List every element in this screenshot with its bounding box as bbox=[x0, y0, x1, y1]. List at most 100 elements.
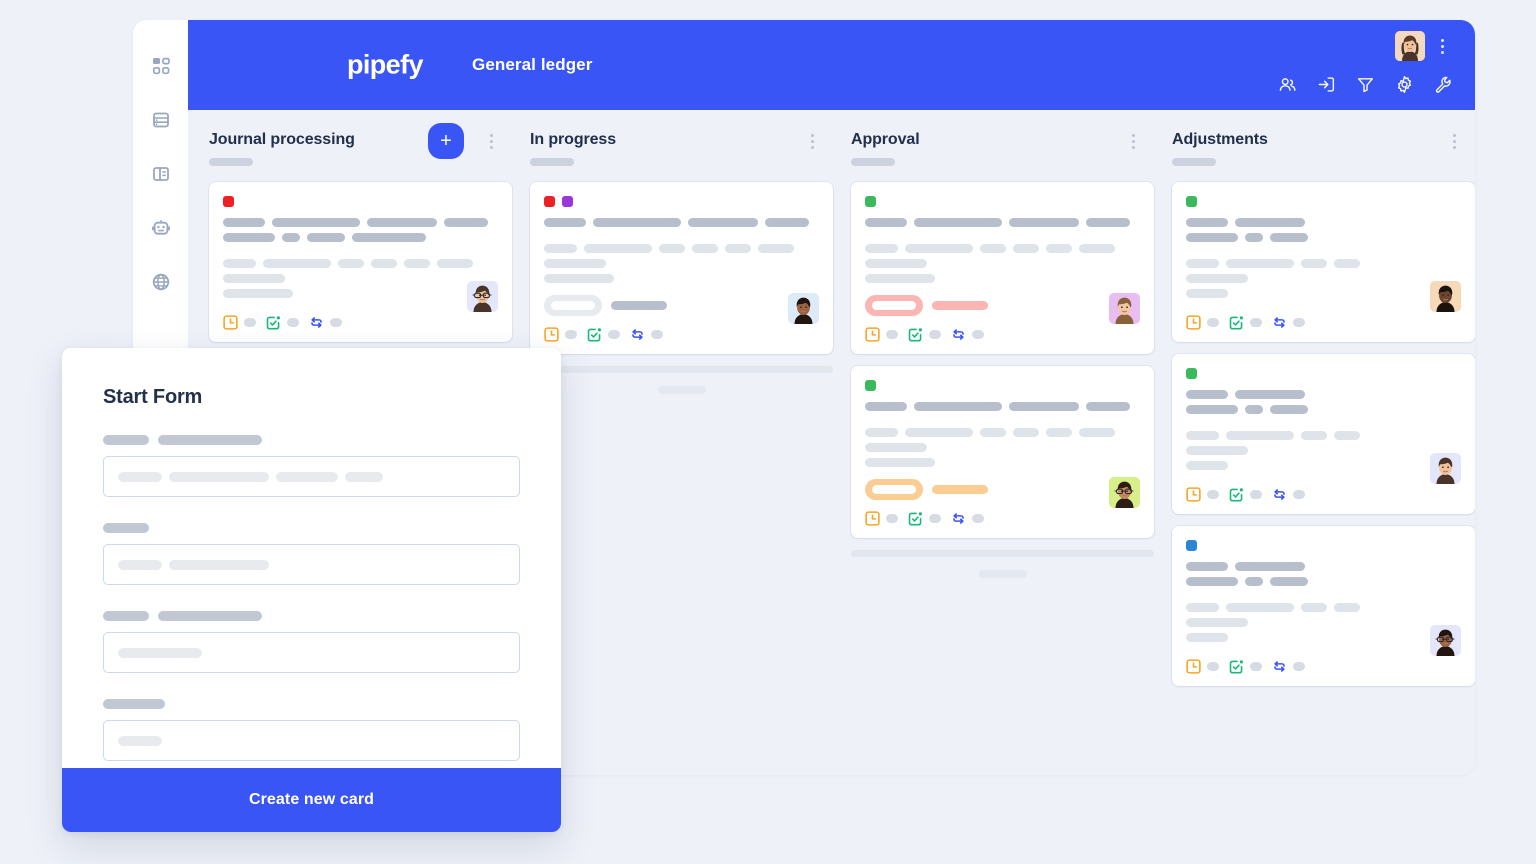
due-date-clock-icon[interactable] bbox=[1186, 315, 1201, 330]
skeleton-bar bbox=[169, 471, 269, 482]
card-title-line bbox=[1186, 390, 1461, 399]
card-assignee-avatar[interactable] bbox=[1109, 477, 1140, 508]
card-label-chip bbox=[865, 380, 876, 391]
connection-flow-icon[interactable] bbox=[1272, 487, 1287, 502]
due-date-clock-icon[interactable] bbox=[223, 315, 238, 330]
skeleton-bar bbox=[905, 244, 973, 253]
connection-flow-icon[interactable] bbox=[1272, 315, 1287, 330]
connection-flow-icon[interactable] bbox=[1272, 659, 1287, 674]
skeleton-bar bbox=[865, 428, 898, 437]
skeleton-bar bbox=[865, 244, 898, 253]
add-card-button[interactable]: + bbox=[428, 123, 464, 159]
checklist-task-icon[interactable] bbox=[1229, 487, 1244, 502]
connection-flow-icon[interactable] bbox=[309, 315, 324, 330]
more-options-icon[interactable] bbox=[1435, 36, 1449, 56]
skeleton-bar bbox=[865, 443, 927, 452]
field-input[interactable] bbox=[103, 632, 520, 673]
skeleton-bar bbox=[1270, 233, 1308, 242]
due-date-clock-icon[interactable] bbox=[1186, 659, 1201, 674]
connection-flow-icon[interactable] bbox=[630, 327, 645, 342]
skeleton-bar bbox=[544, 218, 586, 227]
skeleton-bar bbox=[1013, 428, 1039, 437]
skeleton-bar bbox=[692, 244, 718, 253]
footer-count-skeleton bbox=[287, 318, 299, 327]
kanban-card[interactable] bbox=[1172, 526, 1475, 686]
skeleton-bar bbox=[1186, 274, 1248, 283]
card-meta-line bbox=[544, 244, 819, 253]
kanban-card[interactable] bbox=[209, 182, 512, 342]
checklist-task-icon[interactable] bbox=[587, 327, 602, 342]
sidebar-item-database[interactable] bbox=[148, 107, 174, 133]
members-icon[interactable] bbox=[1277, 74, 1297, 94]
field-input[interactable] bbox=[103, 456, 520, 497]
skeleton-bar bbox=[158, 435, 262, 445]
footer-count-skeleton bbox=[1293, 490, 1305, 499]
card-meta-line bbox=[223, 274, 498, 283]
card-assignee-avatar[interactable] bbox=[1430, 625, 1461, 656]
skeleton-bar bbox=[1186, 446, 1248, 455]
skeleton-bar bbox=[1009, 402, 1079, 411]
start-form-body: Start Form bbox=[62, 348, 561, 768]
skeleton-bar bbox=[1079, 428, 1115, 437]
due-date-clock-icon[interactable] bbox=[865, 327, 880, 342]
sidebar-item-automation[interactable] bbox=[148, 215, 174, 241]
column-menu-icon[interactable] bbox=[484, 132, 498, 150]
due-date-clock-icon[interactable] bbox=[544, 327, 559, 342]
card-spacer bbox=[1186, 648, 1461, 659]
card-spacer bbox=[1186, 248, 1461, 259]
kanban-card[interactable] bbox=[530, 182, 833, 354]
filter-icon[interactable] bbox=[1355, 74, 1375, 94]
footer-count-skeleton bbox=[330, 318, 342, 327]
field-input[interactable] bbox=[103, 544, 520, 585]
connection-flow-icon[interactable] bbox=[951, 327, 966, 342]
kanban-card[interactable] bbox=[851, 366, 1154, 538]
skeleton-bar bbox=[1235, 390, 1305, 399]
sidebar-item-dashboard[interactable] bbox=[148, 53, 174, 79]
field-input[interactable] bbox=[103, 720, 520, 761]
skeleton-bar bbox=[1226, 259, 1294, 268]
skeleton-bar bbox=[905, 428, 973, 437]
kanban-card[interactable] bbox=[1172, 354, 1475, 514]
due-date-clock-icon[interactable] bbox=[1186, 487, 1201, 502]
start-form-modal: Start Form Create new card bbox=[62, 348, 561, 832]
skeleton-bar bbox=[1245, 577, 1263, 586]
card-status-badge bbox=[865, 479, 1140, 500]
skeleton-bar bbox=[307, 233, 345, 242]
column-header: Adjustments bbox=[1172, 110, 1475, 182]
kanban-card[interactable] bbox=[1172, 182, 1475, 342]
card-meta-line bbox=[544, 274, 819, 283]
column-menu-icon[interactable] bbox=[805, 132, 819, 150]
checklist-task-icon[interactable] bbox=[1229, 315, 1244, 330]
due-date-clock-icon[interactable] bbox=[865, 511, 880, 526]
wrench-icon[interactable] bbox=[1433, 74, 1453, 94]
column-menu-icon[interactable] bbox=[1447, 132, 1461, 150]
card-assignee-avatar[interactable] bbox=[1430, 281, 1461, 312]
card-labels bbox=[223, 196, 498, 207]
kanban-card[interactable] bbox=[851, 182, 1154, 354]
card-title-line bbox=[223, 233, 498, 242]
connection-flow-icon[interactable] bbox=[951, 511, 966, 526]
badge-pill bbox=[865, 295, 923, 316]
card-assignee-avatar[interactable] bbox=[467, 281, 498, 312]
skeleton-bar bbox=[118, 735, 162, 746]
card-assignee-avatar[interactable] bbox=[1430, 453, 1461, 484]
checklist-task-icon[interactable] bbox=[908, 327, 923, 342]
import-icon[interactable] bbox=[1316, 74, 1336, 94]
badge-inner-bar bbox=[551, 301, 595, 310]
avatar[interactable] bbox=[1395, 31, 1425, 61]
checklist-task-icon[interactable] bbox=[1229, 659, 1244, 674]
sidebar-item-globe[interactable] bbox=[148, 269, 174, 295]
card-assignee-avatar[interactable] bbox=[1109, 293, 1140, 324]
badge-inner-bar bbox=[872, 301, 916, 310]
sidebar-item-layout[interactable] bbox=[148, 161, 174, 187]
pipefy-logo[interactable]: pipefy bbox=[347, 51, 424, 79]
skeleton-bar bbox=[758, 244, 794, 253]
column-header: Journal processing + bbox=[209, 110, 512, 182]
skeleton-bar bbox=[1186, 618, 1248, 627]
checklist-task-icon[interactable] bbox=[908, 511, 923, 526]
card-assignee-avatar[interactable] bbox=[788, 293, 819, 324]
column-menu-icon[interactable] bbox=[1126, 132, 1140, 150]
settings-gear-icon[interactable] bbox=[1394, 74, 1414, 94]
create-new-card-button[interactable]: Create new card bbox=[62, 768, 561, 832]
checklist-task-icon[interactable] bbox=[266, 315, 281, 330]
